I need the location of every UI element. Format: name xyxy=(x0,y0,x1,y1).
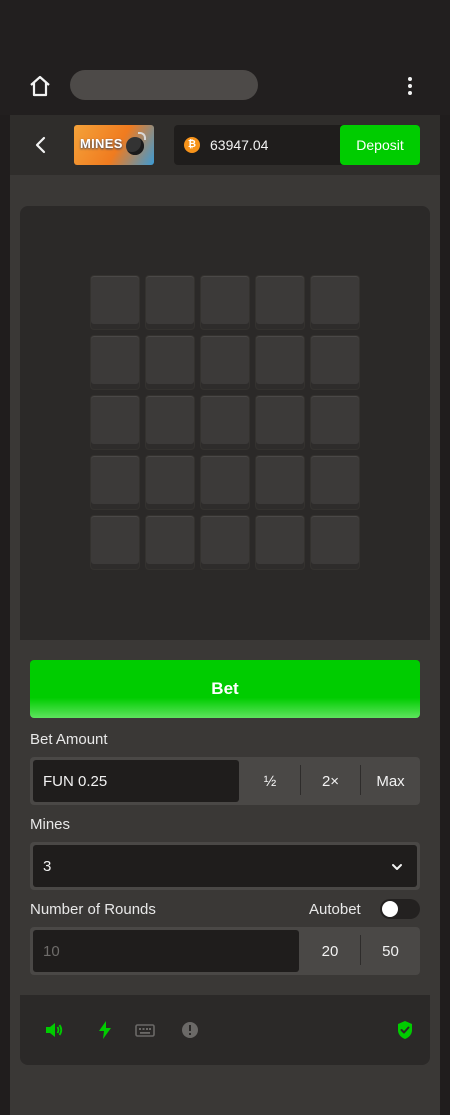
mine-tile[interactable] xyxy=(255,515,305,570)
double-button[interactable]: 2× xyxy=(301,759,360,803)
mines-select[interactable]: 3 xyxy=(33,845,417,887)
balance-value: 63947.04 xyxy=(210,137,269,153)
mine-tile[interactable] xyxy=(145,515,195,570)
wallet-box: ₿ 63947.04 Deposit xyxy=(174,125,420,165)
mine-tile[interactable] xyxy=(145,335,195,390)
lightning-icon[interactable] xyxy=(95,1020,115,1040)
info-icon[interactable] xyxy=(180,1020,200,1040)
home-icon[interactable] xyxy=(28,74,52,98)
mine-tile[interactable] xyxy=(200,455,250,510)
logo-text: MINES xyxy=(80,136,123,151)
mine-tile[interactable] xyxy=(310,335,360,390)
game-board xyxy=(20,206,430,640)
kebab-menu-icon[interactable] xyxy=(402,74,418,98)
controls-panel: Bet Bet Amount FUN 0.25 ½ 2× Max Mines 3… xyxy=(20,640,430,995)
mine-tile[interactable] xyxy=(310,395,360,450)
keyboard-icon[interactable] xyxy=(135,1020,155,1040)
chevron-down-icon xyxy=(392,864,402,870)
mines-label: Mines xyxy=(30,816,71,833)
frame-right xyxy=(440,115,450,1115)
toggle-knob xyxy=(382,901,398,917)
volume-icon[interactable] xyxy=(44,1020,64,1040)
mine-tile[interactable] xyxy=(255,395,305,450)
address-bar[interactable] xyxy=(70,70,258,100)
mine-tile[interactable] xyxy=(90,455,140,510)
rounds-50-button[interactable]: 50 xyxy=(361,929,420,973)
mine-tile[interactable] xyxy=(145,275,195,330)
mine-tile[interactable] xyxy=(90,275,140,330)
mine-tile[interactable] xyxy=(200,275,250,330)
browser-bar xyxy=(0,0,450,115)
mine-tile[interactable] xyxy=(90,515,140,570)
mines-app: MINES ₿ 63947.04 Deposit Bet Bet Amount … xyxy=(10,115,440,1115)
bet-button[interactable]: Bet xyxy=(30,660,420,718)
bitcoin-icon: ₿ xyxy=(184,137,200,153)
bet-amount-label: Bet Amount xyxy=(30,731,108,748)
rounds-group: 10 20 50 xyxy=(30,927,420,975)
half-button[interactable]: ½ xyxy=(240,759,300,803)
deposit-button[interactable]: Deposit xyxy=(340,125,420,165)
bomb-icon xyxy=(126,137,144,155)
bet-amount-group: FUN 0.25 ½ 2× Max xyxy=(30,757,420,805)
mine-tile[interactable] xyxy=(255,455,305,510)
mine-tile[interactable] xyxy=(90,335,140,390)
mine-tile[interactable] xyxy=(145,455,195,510)
frame-left xyxy=(0,115,10,1115)
bet-amount-input[interactable]: FUN 0.25 xyxy=(33,760,239,802)
autobet-toggle[interactable] xyxy=(380,899,420,919)
mines-value: 3 xyxy=(43,857,52,875)
mine-tile[interactable] xyxy=(90,395,140,450)
mine-tile[interactable] xyxy=(200,335,250,390)
mine-tile[interactable] xyxy=(310,455,360,510)
mines-logo: MINES xyxy=(74,125,154,165)
mine-tile[interactable] xyxy=(255,275,305,330)
footer-bar xyxy=(20,995,430,1065)
mine-tile[interactable] xyxy=(255,335,305,390)
rounds-20-button[interactable]: 20 xyxy=(300,929,360,973)
autobet-label: Autobet xyxy=(309,901,361,918)
mines-select-group: 3 xyxy=(30,842,420,890)
mine-tile[interactable] xyxy=(145,395,195,450)
shield-check-icon[interactable] xyxy=(395,1020,415,1040)
app-header: MINES ₿ 63947.04 Deposit xyxy=(10,115,440,175)
rounds-input[interactable]: 10 xyxy=(33,930,299,972)
mine-tile[interactable] xyxy=(200,515,250,570)
mine-tile[interactable] xyxy=(310,275,360,330)
tile-grid xyxy=(90,275,360,570)
mine-tile[interactable] xyxy=(310,515,360,570)
chevron-left-icon[interactable] xyxy=(32,135,50,155)
rounds-label: Number of Rounds xyxy=(30,901,156,918)
mine-tile[interactable] xyxy=(200,395,250,450)
max-button[interactable]: Max xyxy=(361,759,420,803)
